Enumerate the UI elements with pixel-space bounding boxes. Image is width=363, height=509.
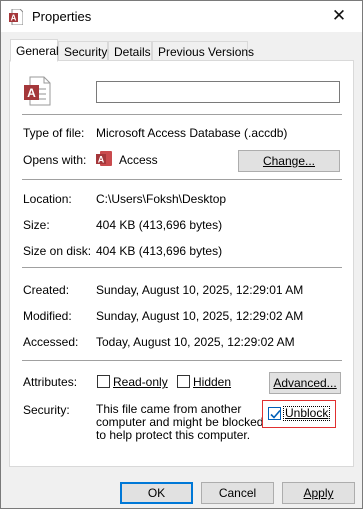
window-title: Properties: [32, 9, 92, 24]
general-panel: A Type of file: Microsoft Access Databas…: [9, 60, 354, 467]
hidden-label-text: Hidden: [193, 375, 232, 389]
tab-details[interactable]: Details: [108, 41, 152, 61]
svg-text:A: A: [11, 14, 17, 23]
type-of-file-value: Microsoft Access Database (.accdb): [96, 126, 288, 140]
separator: [22, 114, 342, 115]
readonly-label-text: Read-only: [113, 375, 168, 389]
file-name-input[interactable]: [96, 81, 340, 103]
properties-dialog: A Properties ✕ General Security Details …: [0, 0, 363, 509]
change-button[interactable]: Change...: [238, 150, 340, 172]
close-button[interactable]: ✕: [316, 1, 362, 31]
checkmark-icon: [270, 409, 281, 419]
separator: [22, 360, 342, 361]
modified-value: Sunday, August 10, 2025, 12:29:02 AM: [96, 309, 304, 323]
unblock-checkbox[interactable]: [268, 407, 281, 420]
hidden-label: Hidden: [193, 375, 231, 389]
hidden-checkbox[interactable]: [177, 375, 190, 388]
access-file-icon: A: [23, 76, 51, 106]
cancel-button[interactable]: Cancel: [201, 482, 274, 504]
unblock-highlight: Unblock: [262, 400, 336, 428]
opens-with-value: Access: [119, 153, 158, 167]
advanced-button[interactable]: Advanced...: [269, 372, 341, 394]
readonly-checkbox[interactable]: [97, 375, 110, 388]
location-label: Location:: [23, 192, 72, 206]
readonly-label: Read-only: [113, 375, 168, 389]
tab-general[interactable]: General: [10, 39, 59, 62]
svg-text:A: A: [98, 155, 105, 165]
separator: [22, 267, 342, 268]
accessed-value: Today, August 10, 2025, 12:29:02 AM: [96, 335, 295, 349]
size-label: Size:: [23, 218, 50, 232]
created-label: Created:: [23, 283, 70, 297]
tab-security[interactable]: Security: [58, 41, 108, 61]
accessed-label: Accessed:: [23, 335, 79, 349]
size-value: 404 KB (413,696 bytes): [96, 218, 223, 232]
access-app-icon: A: [96, 150, 112, 167]
advanced-button-label: Advanced...: [273, 376, 337, 390]
apply-button-label: Apply: [303, 486, 334, 500]
security-label: Security:: [23, 403, 70, 417]
ok-button[interactable]: OK: [120, 482, 193, 504]
change-button-label: Change...: [262, 154, 316, 168]
svg-text:A: A: [27, 86, 36, 100]
attributes-label: Attributes:: [23, 375, 78, 389]
title-bar: A Properties ✕: [1, 1, 362, 32]
unblock-label: Unblock: [282, 406, 331, 421]
size-on-disk-label: Size on disk:: [23, 244, 92, 258]
unblock-label-text: Unblock: [285, 406, 329, 420]
apply-button[interactable]: Apply: [282, 482, 355, 504]
close-icon: ✕: [331, 6, 347, 26]
access-file-icon: A: [9, 8, 24, 26]
tab-previous-versions[interactable]: Previous Versions: [152, 41, 254, 61]
opens-with-label: Opens with:: [23, 153, 87, 167]
type-of-file-label: Type of file:: [23, 126, 85, 140]
separator: [22, 179, 342, 180]
created-value: Sunday, August 10, 2025, 12:29:01 AM: [96, 283, 304, 297]
security-message: This file came from another computer and…: [96, 402, 264, 442]
modified-label: Modified:: [23, 309, 72, 323]
location-value: C:\Users\Foksh\Desktop: [96, 192, 227, 206]
size-on-disk-value: 404 KB (413,696 bytes): [96, 244, 223, 258]
